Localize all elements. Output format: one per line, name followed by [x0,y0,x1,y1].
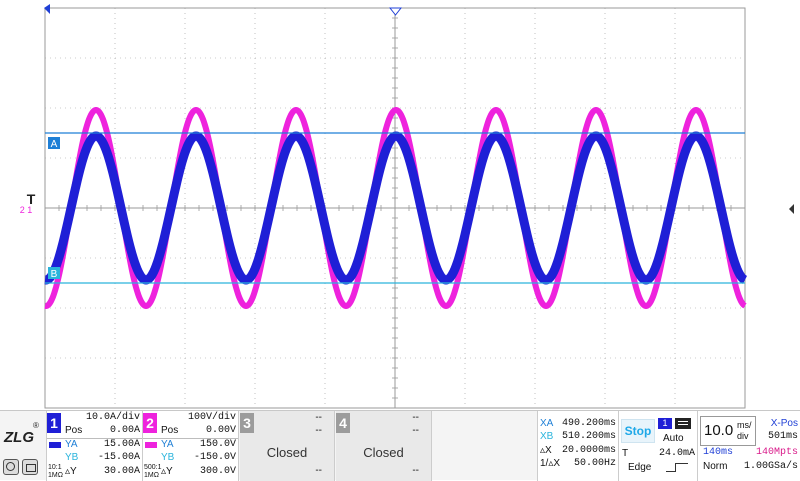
cursor-freq-label: 1/▵X [540,458,561,469]
logo-panel: ZLG ® [0,411,44,481]
cursor-dx-label: ▵X [540,445,552,456]
ch2-badge[interactable]: 2 [143,413,157,433]
ch2-yb: -150.0V [193,452,236,463]
ch2-yb-label: YB [161,452,175,463]
cursor-xb: 510.200ms [561,431,616,442]
ch2-pos-label: Pos [161,425,179,436]
ch2-panel[interactable]: 2 100V/div Pos 0.00V YA 150.0V YB -150.0V 5… [143,411,239,481]
registered-icon: ® [33,421,39,430]
timebase-unit-bottom: div [737,431,749,441]
acquisition-mode: Norm [703,461,728,472]
channel-ref-marker[interactable]: 2 1 [20,205,33,215]
trigger-level: 24.0mA [658,448,695,459]
ch4-dash-mid: -- [412,425,419,436]
ch1-cursor-icon [49,442,61,448]
ch2-ya-label: YA [161,439,174,450]
ch2-impedance: 1MΩ [144,472,159,479]
ch1-impedance: 1MΩ [48,472,63,479]
timebase-value: 10.0 [704,422,734,439]
memory-depth: 140Mpts [755,447,798,458]
cursor-dx: 20.0000ms [561,445,616,456]
zoom-icon[interactable] [3,459,19,475]
trigger-type-label: T [622,448,629,459]
ch1-yb-label: YB [65,452,79,463]
ch3-panel[interactable]: 3 -- -- Closed -- [240,411,335,481]
ch2-dy: 300.0V [199,466,236,477]
cursor-a-label: A [51,139,58,150]
ch1-dy: 30.00A [103,466,140,477]
cursor-xa: 490.200ms [561,418,616,429]
ch2-scale: 100V/div [187,412,236,423]
ch3-badge[interactable]: 3 [240,413,254,433]
ch1-badge[interactable]: 1 [47,413,61,433]
ch3-dash-top: -- [315,412,322,423]
ch1-dy-label: ▵Y [65,466,77,477]
trigger-source-badge[interactable]: 1 [658,418,672,429]
trigger-type: Edge [628,462,652,473]
cursor-freq: 50.00Hz [573,458,616,469]
trigger-mode: Auto [663,433,684,444]
brand-logo: ZLG [4,429,34,446]
timebase-unit-top: ms/ [737,420,752,430]
waveform-display[interactable]: A B T 2 1 [0,0,800,410]
trigger-coupling-icon [675,418,691,429]
cursor-panel[interactable]: XA 490.200ms XB 510.200ms ▵X 20.0000ms 1/▵X… [537,411,618,481]
trigger-panel[interactable]: Stop 1 Auto T 24.0mA Edge [618,411,697,481]
ch2-probe: 500:1 [144,464,162,471]
ch3-status: Closed [266,445,308,460]
ch4-panel[interactable]: 4 -- -- Closed -- [336,411,432,481]
timebase-box[interactable]: 10.0 ms/ div [700,416,756,446]
ch1-scale: 10.0A/div [85,412,140,423]
cursor-b-label: B [51,269,58,280]
ch1-pos-label: Pos [65,425,83,436]
ch2-ya: 150.0V [199,439,236,450]
ch4-status: Closed [363,445,404,460]
rising-edge-icon [666,463,688,472]
ch1-ya-label: YA [65,439,78,450]
ch1-yb: -15.00A [97,452,140,463]
ch2-cursor-icon [145,442,157,448]
xpos-label: X-Pos [770,418,798,429]
ch1-pos: 0.00A [109,425,140,436]
ch4-dash-bottom: -- [412,465,419,476]
ch3-dash-bottom: -- [315,465,322,476]
run-stop-button[interactable]: Stop [621,419,655,443]
ch4-badge[interactable]: 4 [336,413,350,433]
ch2-dy-label: ▵Y [161,466,173,477]
ch1-probe: 10:1 [48,464,62,471]
cursor-xb-label: XB [540,431,554,442]
ch1-panel[interactable]: 1 10.0A/div Pos 0.00A YA 15.00A YB -15.00A … [46,411,143,481]
window-time: 140ms [703,447,734,458]
cursor-xa-label: XA [540,418,554,429]
status-bar: ZLG ® 1 10.0A/div Pos 0.00A YA 15.00A YB -1… [0,410,800,481]
ch2-pos: 0.00V [205,425,236,436]
screenshot-icon[interactable] [22,459,38,475]
timebase-panel[interactable]: 10.0 ms/ div X-Pos 501ms 140ms 140Mpts N… [697,411,800,481]
right-edge-arrow-icon[interactable] [789,204,794,214]
sample-rate: 1.00GSa/s [743,461,798,472]
xpos-value: 501ms [767,431,798,442]
ch1-ya: 15.00A [103,439,140,450]
ch3-dash-mid: -- [315,425,322,436]
ch4-dash-top: -- [412,412,419,423]
